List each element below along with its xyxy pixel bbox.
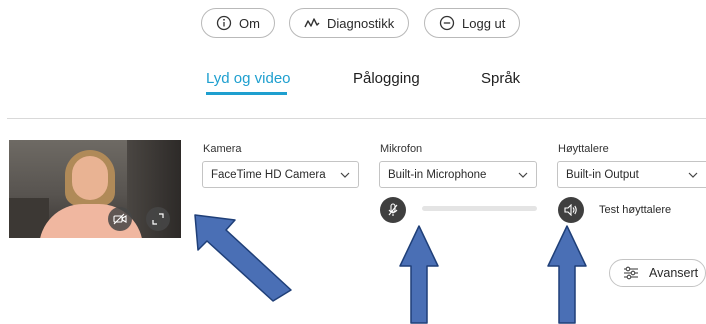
annotation-arrows bbox=[194, 214, 587, 324]
annotation-arrow-speakers bbox=[547, 225, 587, 324]
annotation-arrow-camera bbox=[194, 214, 292, 302]
annotation-arrow-microphone bbox=[399, 225, 439, 324]
